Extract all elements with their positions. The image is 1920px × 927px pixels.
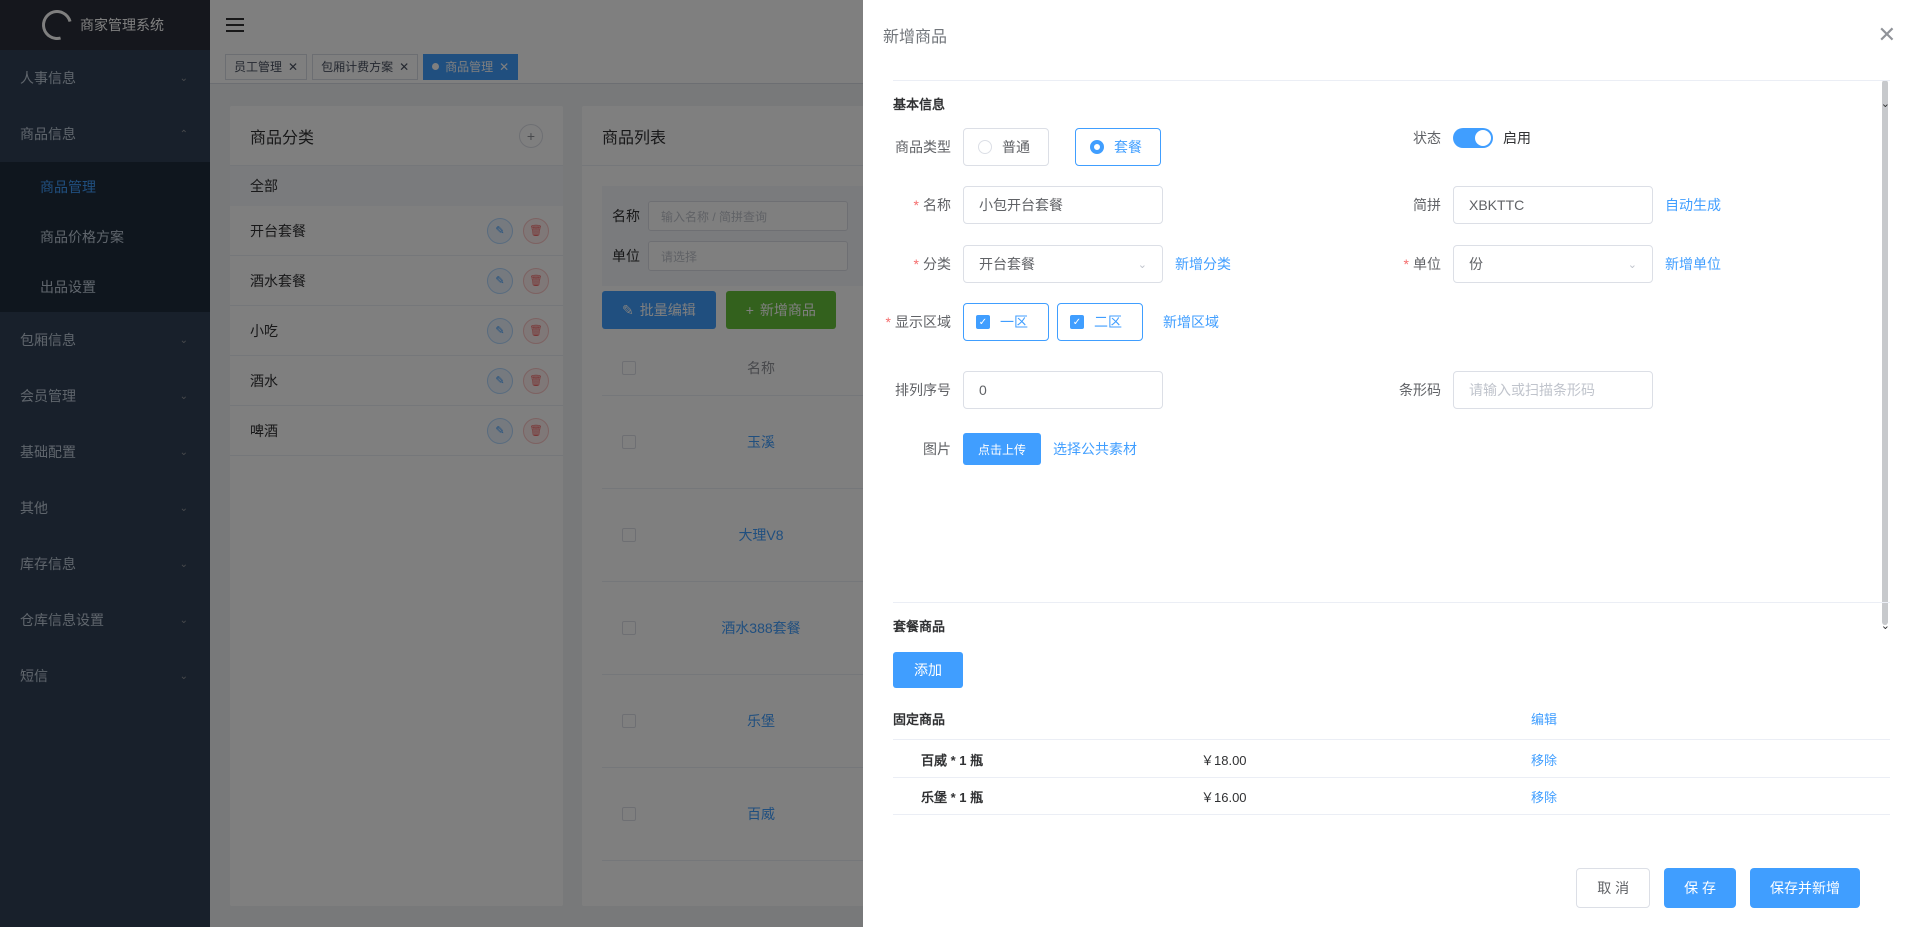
status-value: 启用	[1503, 130, 1531, 146]
type-radio-combo[interactable]: 套餐	[1075, 128, 1161, 166]
drawer-title: 新增商品	[883, 29, 948, 46]
fixed-item-name: 百威 * 1 瓶	[921, 752, 984, 768]
name-input[interactable]: 小包开台套餐	[963, 186, 1163, 224]
public-material-link[interactable]: 选择公共素材	[1053, 439, 1137, 459]
unit-select[interactable]: 份 ⌄	[1453, 245, 1653, 283]
barcode-input[interactable]: 请输入或扫描条形码	[1453, 371, 1653, 409]
drawer-header: 新增商品 ✕	[863, 0, 1920, 70]
add-unit-link[interactable]: 新增单位	[1665, 254, 1721, 274]
fixed-item-price: ￥18.00	[1201, 752, 1247, 768]
sort-row: 排列序号 0	[883, 371, 1163, 409]
save-button[interactable]: 保 存	[1664, 868, 1736, 908]
pinyin-label: 简拼	[1413, 197, 1441, 213]
fixed-items-title: 固定商品	[893, 712, 946, 727]
radio-label: 套餐	[1114, 139, 1142, 155]
pinyin-input[interactable]: XBKTTC	[1453, 186, 1653, 224]
combo-section: 套餐商品 ⌄	[893, 602, 1890, 648]
upload-button[interactable]: 点击上传	[963, 433, 1042, 465]
category-label: * 分类	[913, 256, 951, 272]
radio-icon	[1090, 140, 1104, 154]
category-row: * 分类 开台套餐 ⌄ 新增分类	[883, 245, 1231, 283]
add-product-drawer: 新增商品 ✕ 基本信息 ⌄ 商品类型 普通 套餐 状态 启用 * 名称 小包开台套餐…	[863, 0, 1920, 927]
name-row: * 名称 小包开台套餐	[883, 186, 1163, 224]
chevron-down-icon: ⌄	[1880, 620, 1890, 632]
fixed-items-header: 固定商品 编辑	[893, 698, 1890, 740]
area-checkbox-2[interactable]: ✓ 二区	[1057, 303, 1143, 341]
area-label: * 显示区域	[885, 314, 951, 330]
type-label: 商品类型	[895, 139, 951, 155]
radio-icon	[978, 140, 992, 154]
add-combo-item-button[interactable]: 添加	[893, 652, 963, 688]
pinyin-row: 简拼 XBKTTC 自动生成	[1373, 186, 1721, 224]
basic-info-header[interactable]: 基本信息 ⌄	[893, 80, 1890, 126]
status-row: 状态 启用	[1373, 128, 1531, 148]
chevron-down-icon: ⌄	[1880, 98, 1890, 110]
barcode-label: 条形码	[1399, 382, 1441, 398]
combo-header[interactable]: 套餐商品 ⌄	[893, 602, 1890, 648]
edit-fixed-link[interactable]: 编辑	[1531, 709, 1557, 728]
checkbox-label: 二区	[1094, 314, 1122, 330]
drawer-scrollbar[interactable]	[1882, 80, 1888, 625]
radio-label: 普通	[1002, 139, 1030, 155]
select-value: 开台套餐	[979, 256, 1035, 272]
area-checkbox-1[interactable]: ✓ 一区	[963, 303, 1049, 341]
unit-label: * 单位	[1403, 256, 1441, 272]
status-switch[interactable]	[1453, 128, 1493, 148]
add-category-link[interactable]: 新增分类	[1175, 254, 1231, 274]
check-icon: ✓	[1070, 315, 1084, 329]
sort-label: 排列序号	[895, 382, 951, 398]
image-label: 图片	[923, 441, 951, 457]
drawer-footer: 取 消 保 存 保存并新增	[1576, 868, 1860, 908]
image-row: 图片 点击上传 选择公共素材	[883, 433, 1137, 465]
basic-info-section: 基本信息 ⌄	[893, 80, 1890, 126]
check-icon: ✓	[976, 315, 990, 329]
chevron-down-icon: ⌄	[1137, 258, 1147, 271]
sort-input[interactable]: 0	[963, 371, 1163, 409]
add-area-link[interactable]: 新增区域	[1163, 312, 1219, 332]
checkbox-label: 一区	[1000, 314, 1028, 330]
unit-row: * 单位 份 ⌄ 新增单位	[1373, 245, 1721, 283]
fixed-item-name: 乐堡 * 1 瓶	[921, 789, 984, 805]
name-label: * 名称	[913, 197, 951, 213]
auto-generate-link[interactable]: 自动生成	[1665, 195, 1721, 215]
barcode-row: 条形码 请输入或扫描条形码	[1373, 371, 1653, 409]
remove-link[interactable]: 移除	[1531, 787, 1557, 806]
section-title: 套餐商品	[893, 619, 946, 634]
remove-link[interactable]: 移除	[1531, 750, 1557, 769]
fixed-item-price: ￥16.00	[1201, 789, 1247, 805]
area-row: * 显示区域 ✓ 一区 ✓ 二区 新增区域	[883, 303, 1219, 341]
cancel-button[interactable]: 取 消	[1576, 868, 1651, 908]
chevron-down-icon: ⌄	[1627, 258, 1637, 271]
list-item: 百威 * 1 瓶 ￥18.00 移除	[893, 741, 1890, 778]
section-title: 基本信息	[893, 97, 946, 112]
select-value: 份	[1469, 256, 1483, 272]
save-and-new-button[interactable]: 保存并新增	[1750, 868, 1860, 908]
type-row: 商品类型 普通 套餐	[883, 128, 1187, 166]
close-icon[interactable]: ✕	[1878, 22, 1896, 48]
status-label: 状态	[1413, 130, 1441, 146]
category-select[interactable]: 开台套餐 ⌄	[963, 245, 1163, 283]
type-radio-normal[interactable]: 普通	[963, 128, 1049, 166]
list-item: 乐堡 * 1 瓶 ￥16.00 移除	[893, 778, 1890, 815]
